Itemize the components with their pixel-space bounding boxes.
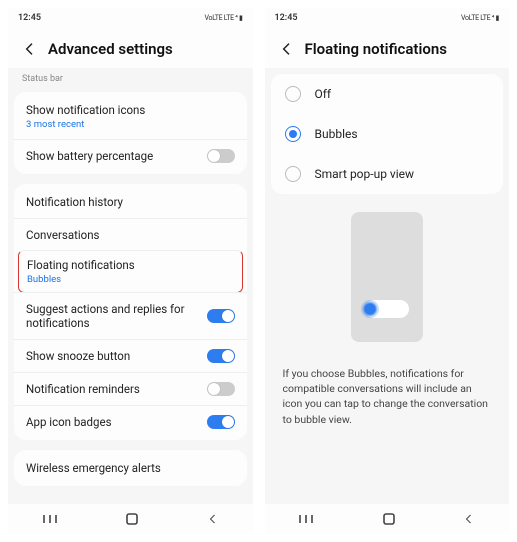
page-title: Floating notifications [305, 40, 447, 58]
recents-icon[interactable] [42, 513, 58, 525]
radio-label: Bubbles [315, 127, 358, 141]
label: Show snooze button [26, 349, 207, 363]
label: App icon badges [26, 415, 207, 429]
phone-left: 12:45 VoLTE LTE ⁴ ▮ Advanced settings St… [8, 8, 253, 534]
phone-right: 12:45 VoLTE LTE ⁴ ▮ Floating notificatio… [265, 8, 510, 534]
radio-label: Off [315, 87, 332, 101]
nav-bar [265, 504, 510, 534]
label: Wireless emergency alerts [26, 461, 235, 475]
group-notifications: Notification history Conversations Float… [14, 184, 247, 440]
group-wireless: Wireless emergency alerts [14, 450, 247, 486]
back-nav-icon[interactable] [207, 513, 219, 525]
nav-bar [8, 504, 253, 534]
status-bar: 12:45 VoLTE LTE ⁴ ▮ [265, 8, 510, 28]
radio-icon [285, 86, 301, 102]
radio-icon [285, 126, 301, 142]
status-icons: VoLTE LTE ⁴ ▮ [205, 14, 243, 22]
clock: 12:45 [18, 13, 41, 23]
description-text: If you choose Bubbles, notifications for… [265, 356, 510, 443]
radio-icon [285, 166, 301, 182]
status-bar: 12:45 VoLTE LTE ⁴ ▮ [8, 8, 253, 28]
illustration [265, 194, 510, 356]
illustration-phone-icon [351, 212, 423, 342]
clock: 12:45 [275, 13, 298, 23]
status-icons: VoLTE LTE ⁴ ▮ [461, 14, 499, 22]
row-show-battery-percentage[interactable]: Show battery percentage [14, 139, 247, 172]
toggle-suggest-actions[interactable] [207, 309, 235, 323]
header: Floating notifications [265, 28, 510, 68]
row-conversations[interactable]: Conversations [14, 218, 247, 251]
toggle-notification-reminders[interactable] [207, 382, 235, 396]
row-show-notification-icons[interactable]: Show notification icons 3 most recent [14, 94, 247, 139]
home-icon[interactable] [125, 512, 139, 526]
row-show-snooze[interactable]: Show snooze button [14, 339, 247, 372]
radio-group: Off Bubbles Smart pop-up view [271, 74, 504, 194]
page-title: Advanced settings [48, 40, 173, 58]
radio-off[interactable]: Off [271, 74, 504, 114]
radio-bubbles[interactable]: Bubbles [271, 114, 504, 154]
row-floating-notifications[interactable]: Floating notifications Bubbles [18, 250, 243, 293]
content: Status bar Show notification icons 3 mos… [8, 68, 253, 504]
toggle-battery-percentage[interactable] [207, 149, 235, 163]
back-icon[interactable] [22, 41, 38, 57]
row-wireless-emergency[interactable]: Wireless emergency alerts [14, 452, 247, 484]
sublabel: 3 most recent [26, 119, 227, 130]
radio-label: Smart pop-up view [315, 167, 415, 181]
sublabel: Bubbles [27, 274, 226, 285]
label: Show battery percentage [26, 149, 207, 163]
group-statusbar: Show notification icons 3 most recent Sh… [14, 92, 247, 174]
back-icon[interactable] [279, 41, 295, 57]
row-notification-history[interactable]: Notification history [14, 186, 247, 218]
row-notification-reminders[interactable]: Notification reminders [14, 372, 247, 405]
label: Notification history [26, 195, 235, 209]
label: Notification reminders [26, 382, 207, 396]
label: Show notification icons [26, 103, 227, 117]
header: Advanced settings [8, 28, 253, 68]
back-nav-icon[interactable] [463, 513, 475, 525]
recents-icon[interactable] [298, 513, 314, 525]
label: Conversations [26, 228, 235, 242]
label: Suggest actions and replies for notifica… [26, 302, 207, 330]
radio-smart-popup[interactable]: Smart pop-up view [271, 154, 504, 194]
toggle-app-icon-badges[interactable] [207, 415, 235, 429]
content: Off Bubbles Smart pop-up view If you cho… [265, 68, 510, 504]
row-suggest-actions[interactable]: Suggest actions and replies for notifica… [14, 292, 247, 339]
section-label-statusbar: Status bar [8, 68, 253, 88]
home-icon[interactable] [382, 512, 396, 526]
label: Floating notifications [27, 258, 226, 272]
row-app-icon-badges[interactable]: App icon badges [14, 405, 247, 438]
illustration-bubble-icon [361, 300, 379, 318]
toggle-show-snooze[interactable] [207, 349, 235, 363]
